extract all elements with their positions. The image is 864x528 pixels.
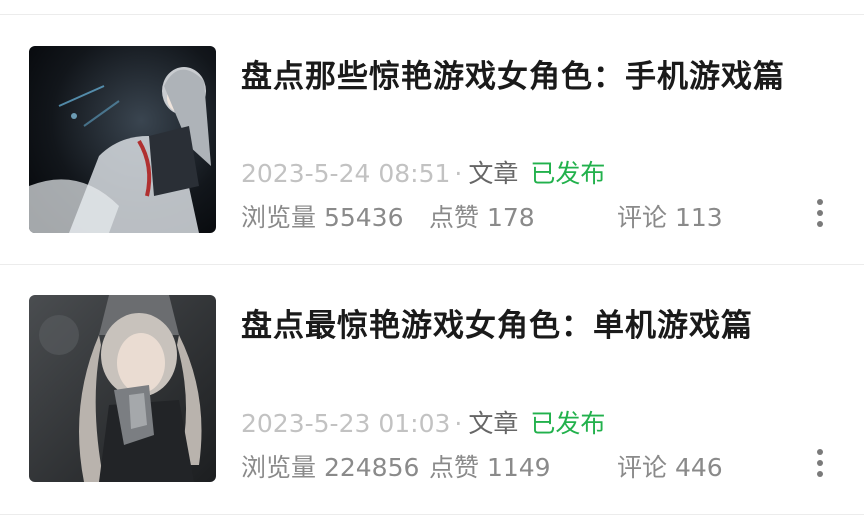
bottom-divider bbox=[0, 514, 864, 515]
likes-count: 178 bbox=[486, 203, 535, 232]
article-type: 文章 bbox=[468, 159, 519, 188]
comments-label: 评论 bbox=[617, 203, 668, 232]
article-thumbnail[interactable] bbox=[29, 46, 216, 233]
comments-count: 446 bbox=[674, 453, 723, 482]
article-title[interactable]: 盘点最惊艳游戏女角色：单机游戏篇 bbox=[241, 300, 753, 345]
views-count: 55436 bbox=[323, 203, 404, 232]
article-card[interactable]: 盘点那些惊艳游戏女角色：手机游戏篇 2023-5-24 08:51 · 文章 已发布 … bbox=[0, 15, 864, 265]
publish-date: 2023-5-23 01:03 bbox=[241, 409, 451, 438]
comments-count: 113 bbox=[674, 203, 723, 232]
views-label: 浏览量 bbox=[241, 453, 317, 482]
views-stat: 浏览量 224856 bbox=[241, 448, 419, 484]
likes-count: 1149 bbox=[486, 453, 551, 482]
views-count: 224856 bbox=[323, 453, 420, 482]
comments-stat: 评论 446 bbox=[617, 448, 723, 484]
meta-separator: · bbox=[454, 409, 463, 438]
article-thumbnail[interactable] bbox=[29, 295, 216, 482]
game-character-thumbnail-icon bbox=[29, 46, 216, 233]
likes-stat: 点赞 178 bbox=[429, 198, 535, 234]
meta-separator: · bbox=[454, 159, 463, 188]
article-meta: 2023-5-24 08:51 · 文章 已发布 bbox=[241, 154, 605, 190]
more-options-icon[interactable] bbox=[808, 193, 832, 233]
publish-date: 2023-5-24 08:51 bbox=[241, 159, 451, 188]
status-badge: 已发布 bbox=[530, 409, 606, 438]
article-meta: 2023-5-23 01:03 · 文章 已发布 bbox=[241, 404, 605, 440]
views-label: 浏览量 bbox=[241, 203, 317, 232]
article-card[interactable]: 盘点最惊艳游戏女角色：单机游戏篇 2023-5-23 01:03 · 文章 已发布 浏… bbox=[0, 265, 864, 515]
more-options-icon[interactable] bbox=[808, 443, 832, 483]
likes-label: 点赞 bbox=[429, 203, 480, 232]
game-character-thumbnail-icon bbox=[29, 295, 216, 482]
article-title[interactable]: 盘点那些惊艳游戏女角色：手机游戏篇 bbox=[241, 51, 785, 96]
comments-label: 评论 bbox=[617, 453, 668, 482]
article-type: 文章 bbox=[468, 409, 519, 438]
likes-label: 点赞 bbox=[429, 453, 480, 482]
likes-stat: 点赞 1149 bbox=[429, 448, 551, 484]
comments-stat: 评论 113 bbox=[617, 198, 723, 234]
views-stat: 浏览量 55436 bbox=[241, 198, 404, 234]
status-badge: 已发布 bbox=[530, 159, 606, 188]
